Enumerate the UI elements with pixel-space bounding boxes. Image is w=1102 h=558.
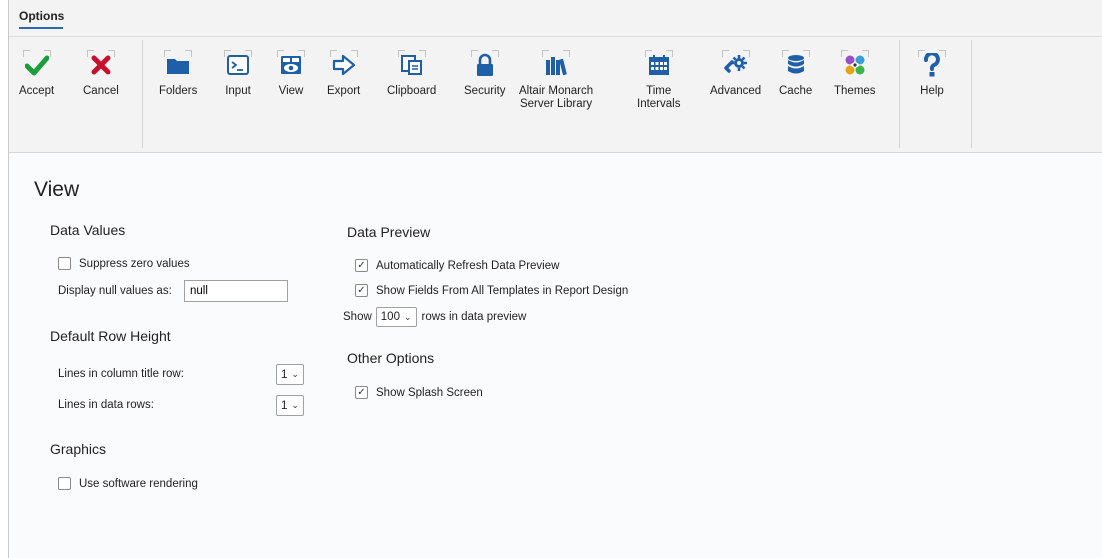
null-values-label: Display null values as: [58,285,172,297]
title-row-lines-select[interactable]: 1 ⌄ [276,364,304,385]
advanced-button[interactable]: Advanced [710,48,761,98]
software-rendering-checkbox[interactable] [58,477,71,490]
check-icon [21,48,53,82]
software-rendering-label: Use software rendering [79,477,198,490]
accept-label: Accept [19,85,55,97]
auto-refresh-checkbox[interactable]: ✓ [355,259,368,272]
security-button[interactable]: Security [464,48,506,98]
options-window: Options Accept Cancel Folders Input View… [8,0,1102,558]
export-button[interactable]: Export [327,48,360,98]
time-intervals-button[interactable]: Time Intervals [637,48,680,111]
graphics-heading: Graphics [50,441,107,457]
null-values-input[interactable] [184,280,288,302]
accept-button[interactable]: Accept [19,48,54,98]
cache-label: Cache [779,85,813,97]
page-title: View [34,178,80,201]
data-preview-heading: Data Preview [347,224,431,240]
software-rendering-row[interactable]: Use software rendering [58,477,198,490]
show-fields-row[interactable]: ✓ Show Fields From All Templates in Repo… [355,284,628,297]
library-icon [540,48,572,82]
suppress-zero-checkbox[interactable] [58,257,71,270]
input-label: Input [225,85,251,97]
x-icon [85,48,117,82]
cancel-button[interactable]: Cancel [83,48,119,98]
splash-screen-label: Show Splash Screen [376,386,483,399]
help-label: Help [920,85,944,97]
title-row-lines-value: 1 [281,368,288,381]
splash-screen-row[interactable]: ✓ Show Splash Screen [355,386,483,399]
other-options-heading: Other Options [347,350,435,366]
data-rows-lines-select[interactable]: 1 ⌄ [276,395,304,416]
suppress-zero-label: Suppress zero values [79,257,190,270]
cancel-label: Cancel [83,85,119,97]
auto-refresh-row[interactable]: ✓ Automatically Refresh Data Preview [355,259,559,272]
data-rows-lines-label: Lines in data rows: [58,399,154,411]
rows-preview-suffix: rows in data preview [421,311,527,323]
advanced-label: Advanced [710,85,762,97]
rows-preview-row: Show 100 ⌄ rows in data preview [343,307,526,327]
input-button[interactable]: Input [222,48,254,98]
rows-preview-select[interactable]: 100 ⌄ [375,307,417,327]
server-library-button[interactable]: Altair Monarch Server Library [519,48,593,111]
wrench-gear-icon [720,48,752,82]
tab-underline [19,27,63,29]
palette-icon [839,48,871,82]
show-fields-checkbox[interactable]: ✓ [355,284,368,297]
lock-icon [469,48,501,82]
group-separator [971,40,972,148]
folders-button[interactable]: Folders [159,48,197,98]
auto-refresh-label: Automatically Refresh Data Preview [376,259,560,272]
chevron-down-icon: ⌄ [291,369,299,379]
chevron-down-icon: ⌄ [291,400,299,410]
cache-button[interactable]: Cache [779,48,812,98]
data-values-heading: Data Values [50,222,126,238]
clipboard-label: Clipboard [387,85,437,97]
clipboard-button[interactable]: Clipboard [387,48,436,98]
security-label: Security [464,85,506,97]
splash-screen-checkbox[interactable]: ✓ [355,386,368,399]
tab-options[interactable]: Options [19,9,64,23]
view-button[interactable]: View [275,48,307,98]
arrow-right-icon [328,48,360,82]
show-fields-label: Show Fields From All Templates in Report… [376,284,629,297]
themes-button[interactable]: Themes [834,48,876,98]
title-row-lines-row: Lines in column title row: [58,368,184,380]
view-eye-icon [275,48,307,82]
null-values-row: Display null values as: [58,285,172,297]
rows-preview-value: 100 [380,311,400,323]
row-height-heading: Default Row Height [50,328,171,344]
clipboard-icon [396,48,428,82]
terminal-icon [222,48,254,82]
title-row-lines-label: Lines in column title row: [58,368,184,380]
suppress-zero-row[interactable]: Suppress zero values [58,257,190,270]
calendar-icon [643,48,675,82]
group-separator [899,40,900,148]
group-separator [142,40,143,148]
export-label: Export [327,85,361,97]
ribbon-divider [9,36,1102,37]
help-button[interactable]: Help [916,48,948,98]
view-label: View [278,85,304,97]
data-rows-lines-row: Lines in data rows: [58,399,154,411]
chevron-down-icon: ⌄ [403,311,412,322]
ribbon: Options Accept Cancel Folders Input View… [9,0,1102,153]
data-rows-lines-value: 1 [281,399,288,412]
question-icon [916,48,948,82]
folders-label: Folders [159,85,198,97]
rows-preview-prefix: Show [343,311,372,323]
folder-icon [162,48,194,82]
server-library-label: Altair Monarch Server Library [519,85,594,110]
database-icon [780,48,812,82]
themes-label: Themes [834,85,876,97]
time-intervals-label: Time Intervals [637,85,681,110]
